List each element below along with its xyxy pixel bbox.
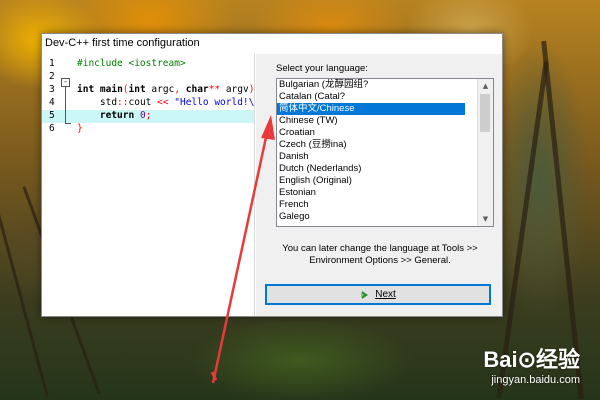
fold-collapse-icon[interactable]: − [61, 78, 70, 87]
line-number: 5 [49, 110, 55, 121]
hint-line-2: Environment Options >> General. [309, 255, 451, 266]
code-line[interactable]: 1 #include <iostream> [42, 58, 254, 71]
annotation-arrow-tail [210, 371, 218, 381]
language-listbox[interactable]: Bulgarian (龙醇园组? Catalan (Catal? 简体中文/Chin… [276, 78, 494, 227]
language-option[interactable]: Estonian [277, 187, 465, 199]
code-line[interactable]: 6} [42, 123, 254, 136]
language-pane: Select your language: Bulgarian (龙醇园组? Ca… [256, 54, 502, 316]
code-text: std::cout << "Hello world!\ [77, 97, 254, 108]
title-bar: Dev-C++ first time configuration [42, 34, 502, 54]
code-token: argc [145, 84, 175, 95]
listbox-scrollbar[interactable]: ▲ ▼ [477, 79, 493, 226]
scroll-thumb[interactable] [480, 94, 490, 132]
code-token: ; [145, 110, 152, 121]
code-token: int [128, 84, 146, 95]
config-dialog: Dev-C++ first time configuration 1 #inclu… [41, 33, 503, 317]
scroll-up-icon[interactable]: ▲ [478, 79, 493, 93]
code-token: "Hello world!\ [174, 97, 254, 108]
code-text: } [77, 123, 83, 134]
code-token: char [185, 84, 209, 95]
code-token: argv [225, 84, 249, 95]
next-button-label: Next [375, 289, 396, 300]
code-token: cout [128, 97, 158, 108]
language-option[interactable]: 简体中文/Chinese [277, 103, 465, 115]
code-preview-pane: 1 #include <iostream> 2 3 int main(int argc,… [42, 54, 254, 316]
line-number: 4 [49, 97, 55, 108]
language-option[interactable]: Croatian [277, 127, 465, 139]
line-number: 6 [49, 123, 55, 134]
code-text: return 0; [77, 110, 152, 121]
watermark-logo: Bai⊙经验 [483, 347, 580, 372]
baidu-watermark: Bai⊙经验 jingyan.baidu.com [483, 342, 580, 386]
code-token: std [77, 97, 118, 108]
scroll-down-icon[interactable]: ▼ [478, 212, 493, 226]
language-option[interactable]: Catalan (Catal? [277, 91, 465, 103]
line-number: 2 [49, 71, 55, 82]
next-button[interactable]: Next [265, 284, 491, 305]
pane-divider [254, 54, 255, 316]
code-token: } [77, 123, 83, 134]
code-token: ** [208, 84, 226, 95]
language-option[interactable]: Bulgarian (龙醇园组? [277, 79, 465, 91]
language-option[interactable]: Czech (豆撈ina) [277, 139, 465, 151]
code-text: int main(int argc, char** argv) [77, 84, 254, 95]
code-line[interactable]: 3 int main(int argc, char** argv) [42, 84, 254, 97]
code-token: int [77, 84, 95, 95]
language-option[interactable]: Danish [277, 151, 465, 163]
code-token: , [174, 84, 186, 95]
language-option[interactable]: English (Original) [277, 175, 465, 187]
code-token: #include <iostream> [77, 58, 186, 69]
next-arrow-icon [361, 290, 369, 299]
language-option[interactable]: Dutch (Nederlands) [277, 163, 465, 175]
code-line[interactable]: 5 return 0; [42, 110, 254, 123]
watermark-url: jingyan.baidu.com [491, 374, 580, 386]
language-hint: You can later change the language at Too… [262, 243, 498, 267]
code-token: :: [117, 97, 129, 108]
language-option[interactable]: French [277, 199, 465, 211]
line-number: 3 [49, 84, 55, 95]
language-option[interactable]: Chinese (TW) [277, 115, 465, 127]
code-text: #include <iostream> [77, 58, 186, 69]
fold-end-marker [65, 123, 71, 124]
hint-line-1: You can later change the language at Too… [282, 243, 478, 254]
code-line[interactable]: 2 [42, 71, 254, 84]
code-token: << [157, 97, 175, 108]
code-line[interactable]: 4 std::cout << "Hello world!\ [42, 97, 254, 110]
fold-guide-line [65, 87, 66, 123]
language-option[interactable]: Galego [277, 211, 465, 223]
language-label: Select your language: [276, 63, 368, 74]
line-number: 1 [49, 58, 55, 69]
window-title: Dev-C++ first time configuration [45, 37, 200, 49]
code-token: return [99, 110, 135, 121]
code-token: main [99, 84, 123, 95]
